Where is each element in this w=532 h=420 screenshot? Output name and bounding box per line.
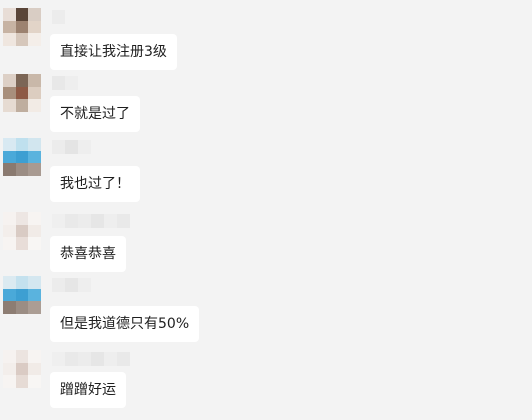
blurred-sender-name xyxy=(52,140,91,154)
message-bubble[interactable]: 但是我道德只有50% xyxy=(50,306,200,342)
message-bubble[interactable]: 恭喜恭喜 xyxy=(50,236,126,272)
blurred-sender-name xyxy=(52,278,91,292)
mosaic-avatar-icon[interactable] xyxy=(3,212,41,250)
chat-message: 我也过了！ xyxy=(0,138,532,208)
message-bubble[interactable]: 直接让我注册3级 xyxy=(50,34,177,70)
blurred-sender-name xyxy=(52,76,78,90)
chat-message: 但是我道德只有50% xyxy=(0,276,532,346)
mosaic-avatar-icon[interactable] xyxy=(3,276,41,314)
mosaic-avatar-icon[interactable] xyxy=(3,74,41,112)
chat-message: 恭喜恭喜 xyxy=(0,212,532,282)
chat-message-list[interactable]: 直接让我注册3级 不就是过了 我也过了！ 恭喜恭喜 但是我道德只有50% 蹭蹭好… xyxy=(0,0,532,417)
message-bubble[interactable]: 蹭蹭好运 xyxy=(50,372,126,408)
blurred-sender-name xyxy=(52,10,65,24)
blurred-sender-name xyxy=(52,352,130,366)
chat-message: 直接让我注册3级 xyxy=(0,8,532,78)
mosaic-avatar-icon[interactable] xyxy=(3,8,41,46)
mosaic-avatar-icon[interactable] xyxy=(3,138,41,176)
message-bubble[interactable]: 我也过了！ xyxy=(50,166,140,202)
mosaic-avatar-icon[interactable] xyxy=(3,350,41,388)
message-bubble[interactable]: 不就是过了 xyxy=(50,96,140,132)
blurred-sender-name xyxy=(52,214,130,228)
chat-message: 不就是过了 xyxy=(0,74,532,144)
chat-message: 蹭蹭好运 xyxy=(0,350,532,420)
